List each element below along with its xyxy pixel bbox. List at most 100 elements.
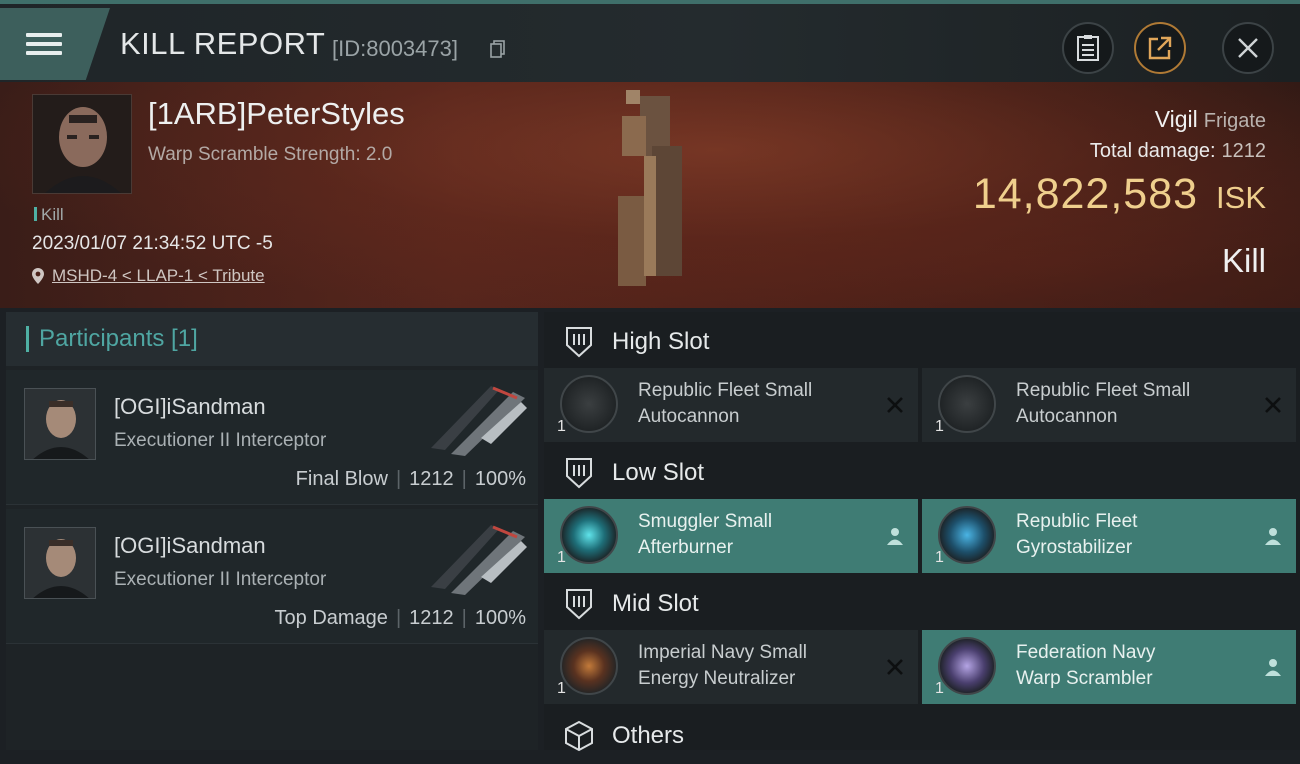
- participant-role: Final Blow: [295, 468, 388, 490]
- pilot-portrait-icon: [33, 95, 131, 193]
- report-id: [ID:8003473]: [332, 36, 458, 61]
- module-name-line: Republic Fleet Small: [1016, 380, 1191, 401]
- module-name: Imperial Navy Small Energy Neutralizer: [638, 640, 868, 692]
- module-item[interactable]: 1 Federation Navy Warp Scrambler: [922, 630, 1296, 704]
- ship-render-image: [618, 90, 682, 286]
- participant-stats: Top Damage | 1212 | 100%: [275, 607, 526, 630]
- energy-neutralizer-icon: [560, 637, 618, 695]
- copy-icon[interactable]: [490, 40, 506, 58]
- share-icon: [1148, 36, 1172, 60]
- participant-avatar: [24, 388, 96, 460]
- module-name: Federation Navy Warp Scrambler: [1016, 640, 1246, 692]
- module-name-line: Republic Fleet: [1016, 511, 1138, 532]
- stat-divider: |: [461, 468, 467, 490]
- module-name: Smuggler Small Afterburner: [638, 509, 868, 561]
- participant-ship: Executioner II Interceptor: [114, 430, 327, 451]
- high-slot-header: High Slot: [544, 314, 1300, 370]
- module-name-line: Republic Fleet Small: [638, 380, 813, 401]
- clipboard-icon: [1077, 35, 1099, 61]
- module-qty: 1: [557, 418, 566, 435]
- victim-name[interactable]: [1ARB]PeterStyles: [148, 96, 405, 132]
- module-qty: 1: [557, 680, 566, 697]
- low-slot-icon: [566, 458, 592, 489]
- module-name-line: Gyrostabilizer: [1016, 537, 1133, 558]
- low-slot-label: Low Slot: [612, 459, 705, 486]
- close-button[interactable]: [1222, 22, 1274, 74]
- module-name: Republic Fleet Small Autocannon: [638, 378, 868, 430]
- isk-unit: ISK: [1216, 180, 1266, 215]
- participant-ship-image: [431, 386, 527, 456]
- participant-name[interactable]: [OGI]iSandman: [114, 394, 266, 420]
- ship-name[interactable]: Vigil: [1155, 106, 1198, 132]
- total-damage-label: Total damage:: [1089, 140, 1216, 162]
- participant-ship-image: [431, 525, 527, 595]
- kill-location[interactable]: MSHD-4 < LLAP-1 < Tribute: [32, 266, 265, 286]
- module-item[interactable]: 1 Republic Fleet Small Autocannon: [544, 368, 918, 442]
- total-damage: Total damage: 1212: [1090, 140, 1266, 163]
- module-item[interactable]: 1 Republic Fleet Gyrostabilizer: [922, 499, 1296, 573]
- participant-damage: 1212: [409, 468, 454, 490]
- participant-avatar: [24, 527, 96, 599]
- stat-divider: |: [395, 607, 402, 629]
- isk-amount: 14,822,583: [972, 170, 1199, 218]
- module-name-line: Warp Scrambler: [1016, 668, 1153, 689]
- participants-header: Participants [1]: [6, 312, 538, 366]
- autocannon-icon: [560, 375, 618, 433]
- stat-divider: |: [395, 468, 402, 490]
- high-slot-icon: [566, 327, 592, 358]
- victim-detail: Warp Scramble Strength: 2.0: [148, 144, 393, 165]
- pilot-portrait-icon: [25, 528, 95, 598]
- kill-banner: [1ARB]PeterStyles Warp Scramble Strength…: [0, 82, 1300, 308]
- close-icon: [1238, 38, 1258, 58]
- participant-role: Top Damage: [274, 607, 388, 629]
- total-damage-value: 1212: [1221, 140, 1267, 162]
- dropped-person-icon: [887, 528, 903, 545]
- module-item[interactable]: 1 Republic Fleet Small Autocannon: [922, 368, 1296, 442]
- module-name-line: Federation Navy: [1016, 642, 1156, 663]
- participants-panel: Participants [1] [OGI]iSandman Execution…: [6, 312, 538, 750]
- page-title: KILL REPORT: [120, 26, 326, 61]
- module-name: Republic Fleet Gyrostabilizer: [1016, 509, 1246, 561]
- ship-line: Vigil Frigate: [1155, 106, 1266, 133]
- kill-tag: Kill: [34, 205, 64, 225]
- others-header: Others: [544, 708, 1300, 764]
- stat-divider: |: [461, 607, 467, 629]
- fitting-panel: High Slot 1 Republic Fleet Small Autocann…: [544, 312, 1300, 752]
- module-name-line: Autocannon: [638, 406, 740, 427]
- participant-row[interactable]: [OGI]iSandman Executioner II Interceptor…: [6, 370, 538, 505]
- others-label: Others: [612, 722, 685, 749]
- participant-damage: 1212: [409, 607, 454, 629]
- module-qty: 1: [557, 549, 566, 566]
- module-qty: 1: [935, 549, 944, 566]
- pilot-portrait-icon: [25, 389, 95, 459]
- location-pin-icon: [32, 268, 44, 284]
- warp-scrambler-icon: [938, 637, 996, 695]
- high-slot-label: High Slot: [612, 328, 710, 355]
- clipboard-button[interactable]: [1062, 22, 1114, 74]
- low-slot-header: Low Slot: [544, 445, 1300, 501]
- share-button[interactable]: [1134, 22, 1186, 74]
- participant-row[interactable]: [OGI]iSandman Executioner II Interceptor…: [6, 509, 538, 644]
- dropped-person-icon: [1265, 528, 1281, 545]
- destroyed-icon: [887, 397, 903, 413]
- afterburner-icon: [560, 506, 618, 564]
- module-name-line: Imperial Navy Small: [638, 642, 807, 663]
- module-name-line: Afterburner: [638, 537, 734, 558]
- module-qty: 1: [935, 418, 944, 435]
- autocannon-icon: [938, 375, 996, 433]
- module-item[interactable]: 1 Imperial Navy Small Energy Neutralizer: [544, 630, 918, 704]
- participant-percent: 100%: [474, 607, 526, 629]
- mid-slot-label: Mid Slot: [612, 590, 699, 617]
- cube-icon: [565, 720, 593, 752]
- module-name-line: Smuggler Small: [638, 511, 773, 532]
- location-link[interactable]: MSHD-4 < LLAP-1 < Tribute: [52, 266, 265, 286]
- gyrostabilizer-icon: [938, 506, 996, 564]
- victim-avatar[interactable]: [32, 94, 132, 194]
- module-name-line: Autocannon: [1016, 406, 1118, 427]
- participant-name[interactable]: [OGI]iSandman: [114, 533, 266, 559]
- module-item[interactable]: 1 Smuggler Small Afterburner: [544, 499, 918, 573]
- mid-slot-icon: [566, 589, 592, 620]
- menu-button[interactable]: [0, 8, 110, 80]
- top-bar: KILL REPORT [ID:8003473]: [0, 0, 1300, 82]
- mid-slot-header: Mid Slot: [544, 576, 1300, 632]
